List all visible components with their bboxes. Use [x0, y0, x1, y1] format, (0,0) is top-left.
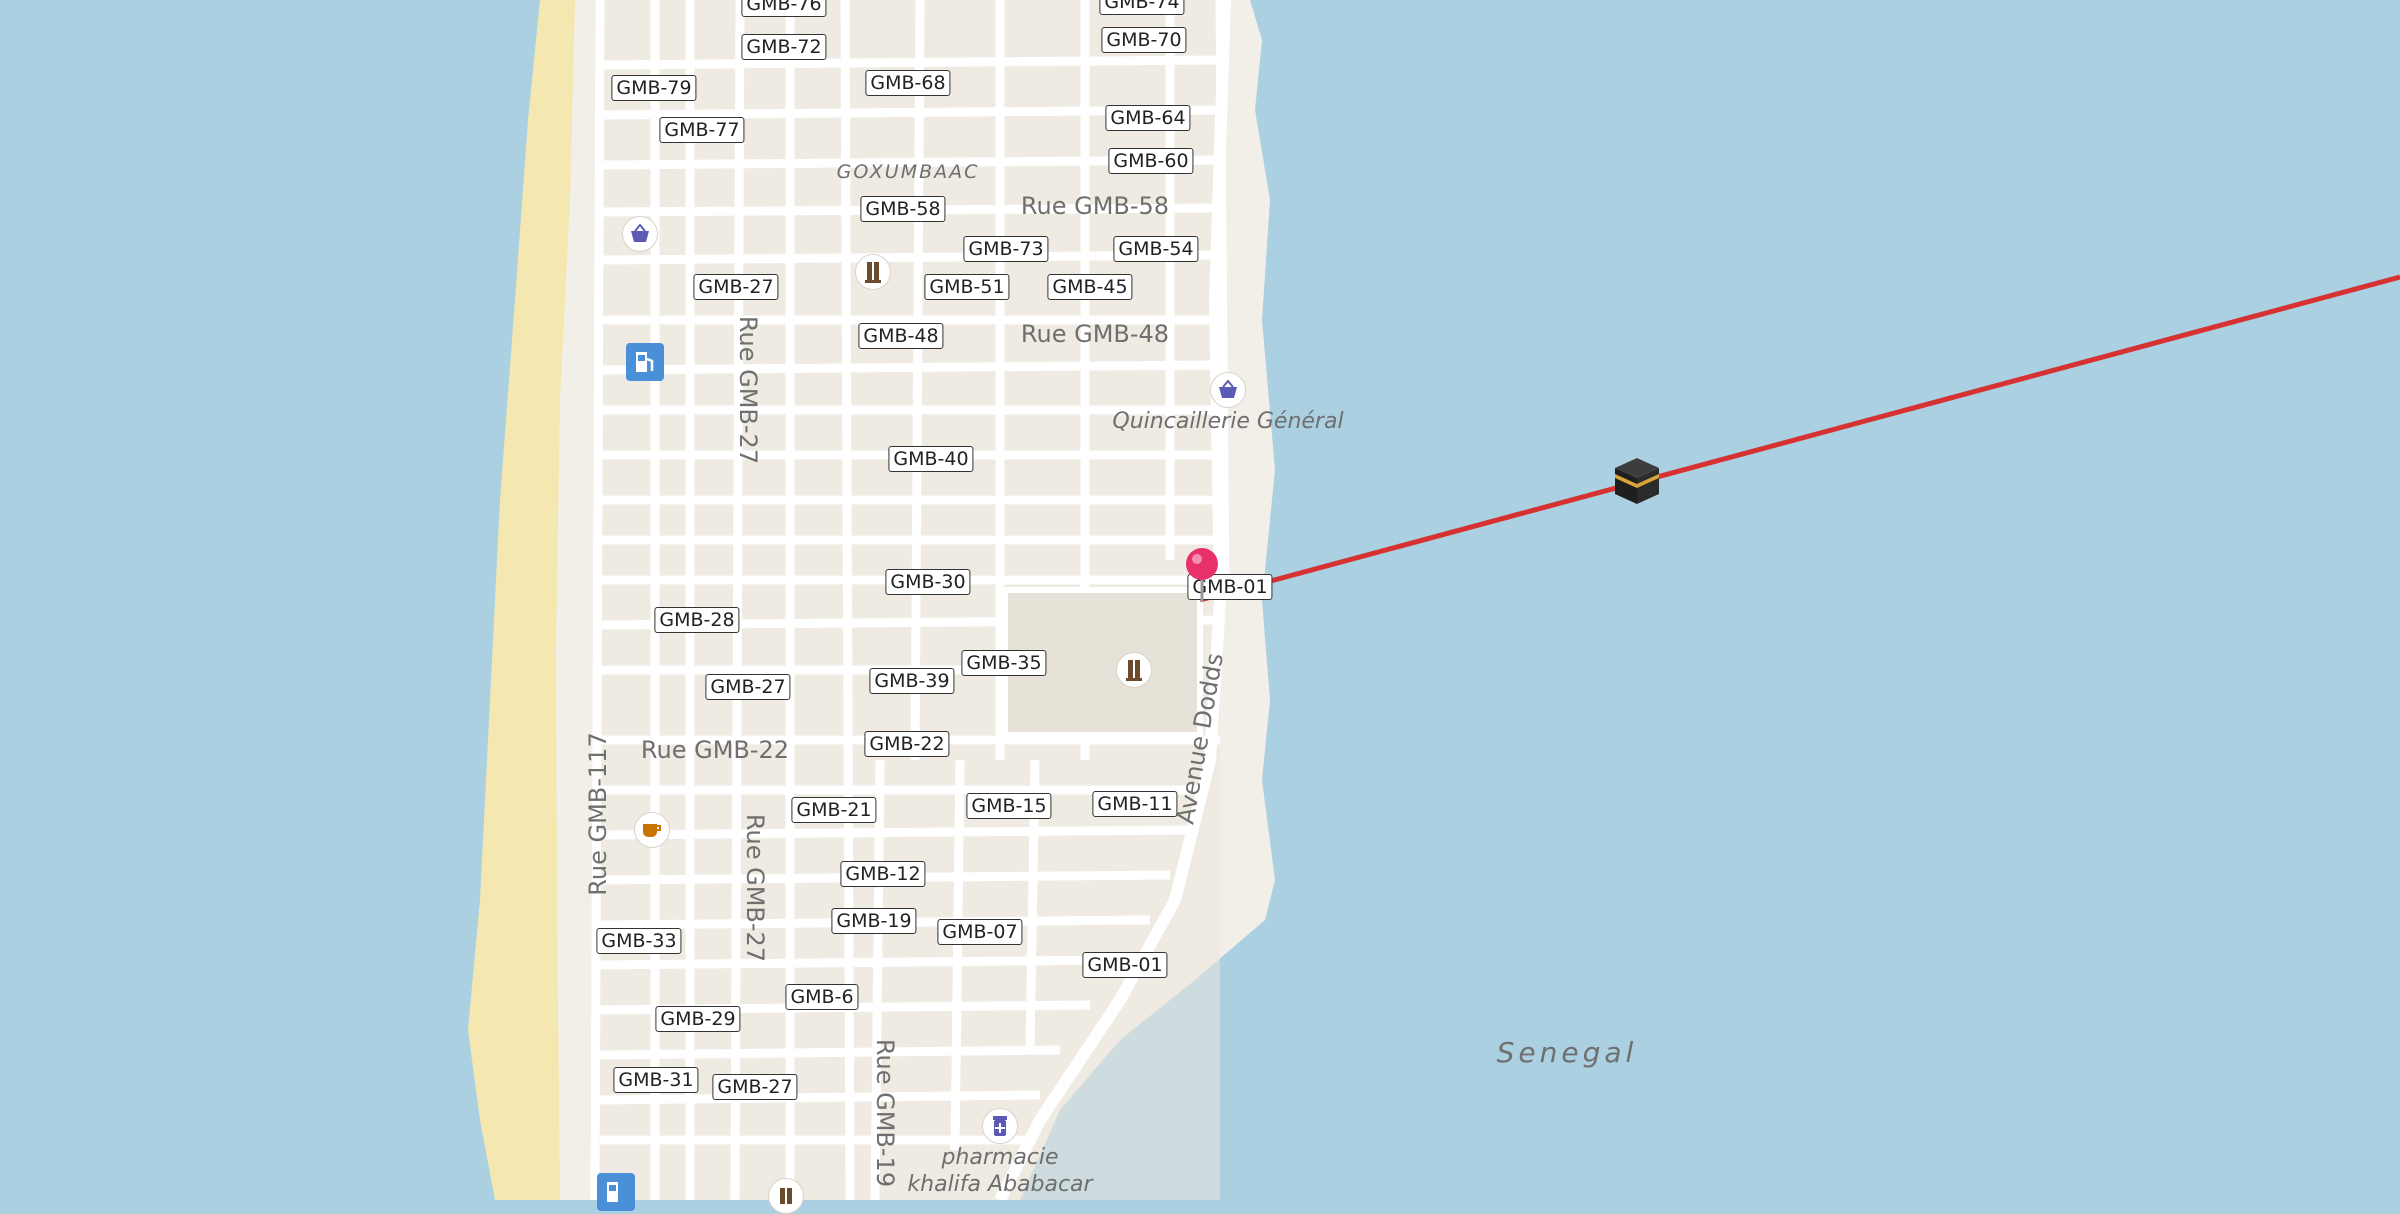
road-ref-label: GMB-70 [1101, 27, 1187, 53]
road-ref-label: GMB-07 [937, 919, 1023, 945]
road-ref-label: GMB-11 [1092, 791, 1178, 817]
street-label-rue-19: Rue GMB-19 [871, 1039, 899, 1187]
road-ref-label: GMB-54 [1113, 236, 1199, 262]
map-canvas[interactable]: Senegal GOXUMBAAC Rue GMB-58 Rue GMB-48 … [0, 0, 2400, 1214]
road-ref-label: GMB-31 [613, 1067, 699, 1093]
road-ref-label: GMB-35 [961, 650, 1047, 676]
road-ref-label: GMB-76 [741, 0, 827, 17]
road-ref-label: GMB-45 [1047, 274, 1133, 300]
road-ref-label: GMB-12 [840, 861, 926, 887]
road-ref-label: GMB-27 [712, 1074, 798, 1100]
monument-icon[interactable] [768, 1178, 804, 1214]
street-label-rue-22: Rue GMB-22 [641, 736, 789, 764]
street-label-rue-27-upper: Rue GMB-27 [734, 316, 762, 464]
road-ref-label: GMB-79 [611, 75, 697, 101]
road-ref-label: GMB-40 [888, 446, 974, 472]
road-ref-label: GMB-19 [831, 908, 917, 934]
road-ref-label: GMB-48 [858, 323, 944, 349]
road-ref-label: GMB-39 [869, 668, 955, 694]
road-ref-label: GMB-72 [741, 34, 827, 60]
road-ref-label: GMB-22 [864, 731, 950, 757]
road-ref-label: GMB-27 [705, 674, 791, 700]
poi-label-pharmacie-line1: pharmacie [940, 1145, 1058, 1170]
street-label-rue-58: Rue GMB-58 [1021, 192, 1169, 220]
street-label-rue-48: Rue GMB-48 [1021, 320, 1169, 348]
road-ref-label: GMB-77 [659, 117, 745, 143]
fuel-station-icon[interactable] [597, 1173, 635, 1211]
road-ref-label: GMB-6 [785, 984, 859, 1010]
street-label-rue-117: Rue GMB-117 [584, 732, 612, 895]
road-ref-label: GMB-58 [860, 196, 946, 222]
street-label-rue-27-lower: Rue GMB-27 [741, 814, 769, 962]
monument-icon[interactable] [855, 254, 891, 290]
country-label: Senegal [1497, 1036, 1638, 1069]
monument-icon[interactable] [1116, 652, 1152, 688]
shop-basket-icon[interactable] [1210, 372, 1246, 408]
road-ref-label: GMB-30 [885, 569, 971, 595]
road-ref-label: GMB-28 [654, 607, 740, 633]
road-ref-label: GMB-60 [1108, 148, 1194, 174]
place-label: GOXUMBAAC [837, 161, 980, 183]
road-ref-label: GMB-64 [1105, 105, 1191, 131]
shop-basket-icon[interactable] [622, 216, 658, 252]
poi-label-pharmacie-line2: khalifa Ababacar [907, 1172, 1094, 1197]
cafe-icon[interactable] [634, 812, 670, 848]
road-ref-label: GMB-21 [791, 797, 877, 823]
road-ref-label: GMB-33 [596, 928, 682, 954]
road-ref-label: GMB-27 [693, 274, 779, 300]
fuel-station-icon[interactable] [626, 343, 664, 381]
pharmacy-icon[interactable] [982, 1108, 1018, 1144]
road-ref-label: GMB-74 [1099, 0, 1185, 15]
location-pin-icon[interactable] [1183, 546, 1221, 604]
kaaba-icon[interactable] [1612, 456, 1662, 506]
poi-label-quincaillerie: Quincaillerie Général [1112, 409, 1343, 434]
road-ref-label: GMB-51 [924, 274, 1010, 300]
road-ref-label: GMB-68 [865, 70, 951, 96]
road-ref-label: GMB-01 [1082, 952, 1168, 978]
road-ref-label: GMB-29 [655, 1006, 741, 1032]
road-ref-label: GMB-73 [963, 236, 1049, 262]
road-ref-label: GMB-15 [966, 793, 1052, 819]
